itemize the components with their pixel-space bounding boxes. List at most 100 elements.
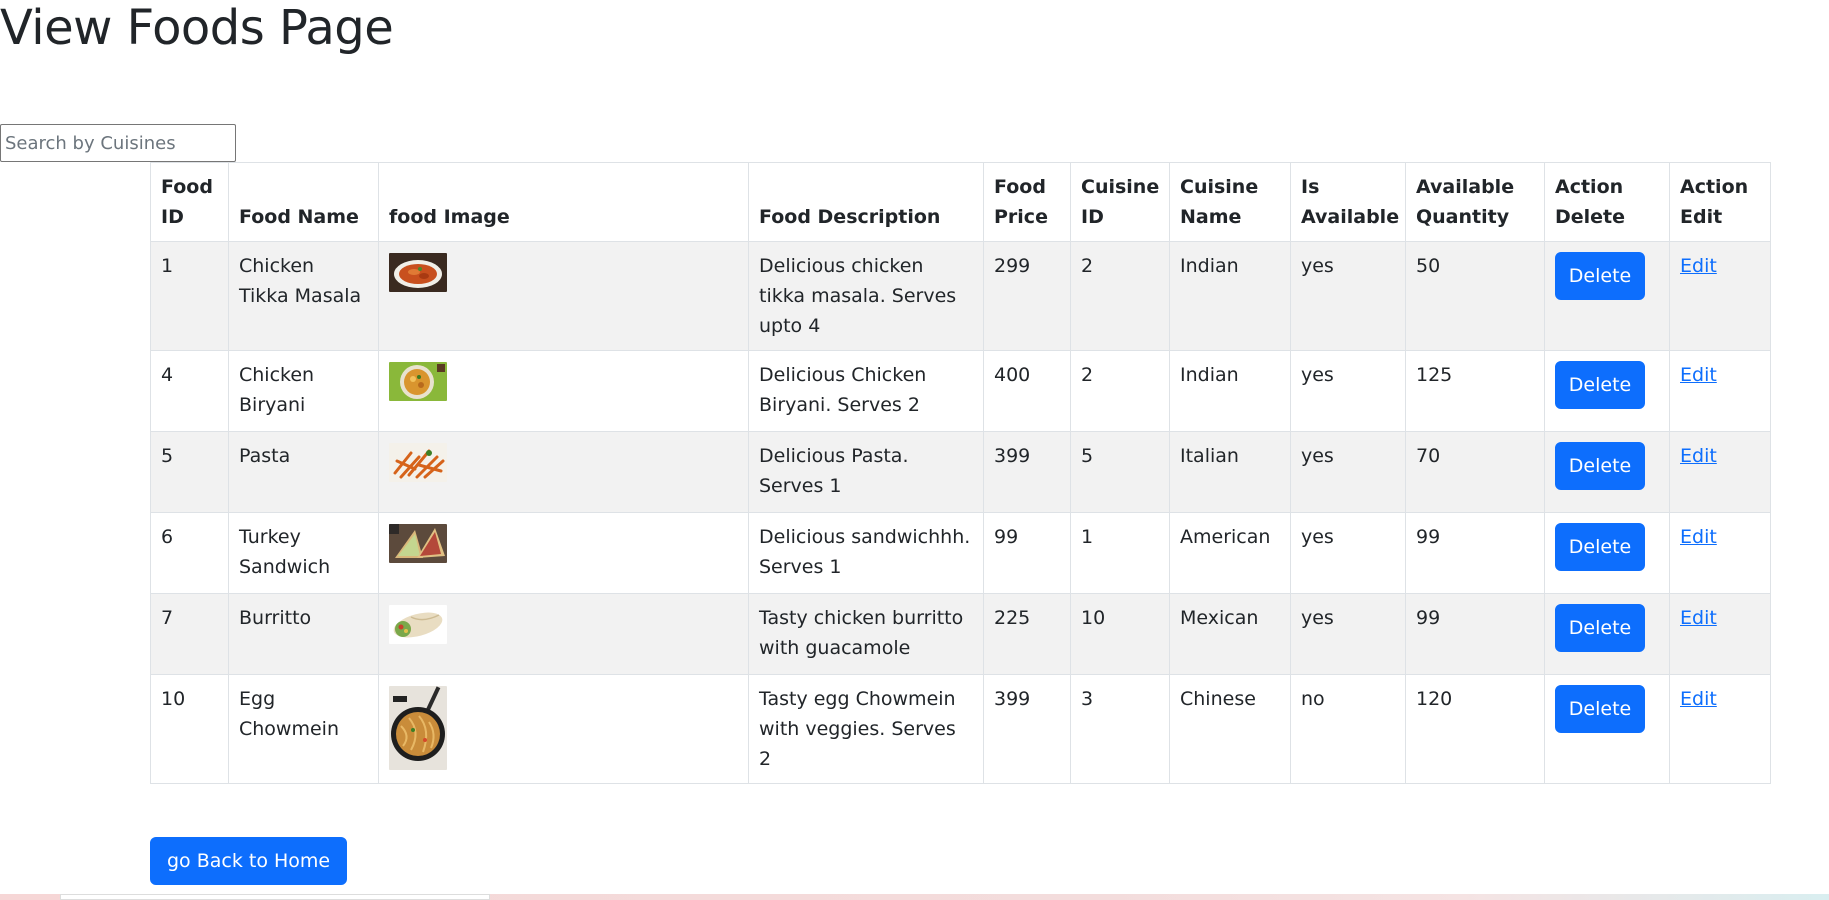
cell-action-delete: Delete	[1544, 241, 1670, 351]
cell-cuisine-id: 1	[1070, 512, 1170, 594]
cell-food-image	[378, 512, 749, 594]
cell-available-quantity: 120	[1405, 674, 1545, 784]
cell-food-name: Turkey Sandwich	[228, 512, 379, 594]
cell-action-edit: Edit	[1669, 431, 1771, 513]
table-header-row: Food ID Food Name food Image Food Descri…	[150, 162, 1771, 242]
table-row: 4 Chicken Biryani Delicious Chicken Biry…	[150, 350, 1771, 432]
cell-food-id: 4	[150, 350, 229, 432]
cell-is-available: yes	[1290, 350, 1406, 432]
edit-link[interactable]: Edit	[1680, 607, 1717, 629]
header-food-image: food Image	[378, 162, 749, 242]
edit-link[interactable]: Edit	[1680, 364, 1717, 386]
cell-cuisine-name: Chinese	[1169, 674, 1291, 784]
header-is-available: Is Available	[1290, 162, 1406, 242]
cell-action-edit: Edit	[1669, 674, 1771, 784]
cell-food-price: 400	[983, 350, 1071, 432]
cell-action-delete: Delete	[1544, 674, 1670, 784]
cell-food-image	[378, 674, 749, 784]
edit-link[interactable]: Edit	[1680, 688, 1717, 710]
cell-food-price: 99	[983, 512, 1071, 594]
bottom-edge-strip	[0, 894, 1829, 900]
cell-cuisine-id: 10	[1070, 593, 1170, 675]
cell-food-id: 6	[150, 512, 229, 594]
table-row: 5 Pasta Delicious Pasta. Serves 1 399 5 …	[150, 431, 1771, 513]
cell-is-available: yes	[1290, 431, 1406, 513]
cell-cuisine-name: Italian	[1169, 431, 1291, 513]
header-available-quantity: Available Quantity	[1405, 162, 1545, 242]
delete-button[interactable]: Delete	[1555, 604, 1645, 652]
cell-food-price: 299	[983, 241, 1071, 351]
delete-button[interactable]: Delete	[1555, 361, 1645, 409]
cell-food-name: Chicken Biryani	[228, 350, 379, 432]
cell-available-quantity: 70	[1405, 431, 1545, 513]
cell-action-edit: Edit	[1669, 512, 1771, 594]
cell-action-edit: Edit	[1669, 593, 1771, 675]
cell-is-available: yes	[1290, 593, 1406, 675]
cell-food-name: Pasta	[228, 431, 379, 513]
burrito-photo	[389, 605, 447, 644]
table-row: 1 Chicken Tikka Masala Delicious chicken…	[150, 241, 1771, 351]
cell-food-price: 399	[983, 674, 1071, 784]
search-input[interactable]	[0, 124, 236, 162]
cell-action-delete: Delete	[1544, 350, 1670, 432]
cell-cuisine-id: 2	[1070, 350, 1170, 432]
cell-food-description: Tasty chicken burritto with guacamole	[748, 593, 984, 675]
cell-cuisine-name: Indian	[1169, 350, 1291, 432]
table-row: 10 Egg Chowmein Tasty egg Chowmein with …	[150, 674, 1771, 784]
header-cuisine-name: Cuisine Name	[1169, 162, 1291, 242]
delete-button[interactable]: Delete	[1555, 523, 1645, 571]
cell-available-quantity: 99	[1405, 593, 1545, 675]
cell-cuisine-id: 3	[1070, 674, 1170, 784]
cell-food-image	[378, 431, 749, 513]
foods-table: Food ID Food Name food Image Food Descri…	[150, 162, 1771, 784]
table-row: 6 Turkey Sandwich Delicious sandwichhh. …	[150, 512, 1771, 594]
cell-cuisine-name: Indian	[1169, 241, 1291, 351]
cell-food-description: Tasty egg Chowmein with veggies. Serves …	[748, 674, 984, 784]
sandwich-photo	[389, 524, 447, 563]
cell-cuisine-name: Mexican	[1169, 593, 1291, 675]
cell-available-quantity: 125	[1405, 350, 1545, 432]
cell-cuisine-id: 2	[1070, 241, 1170, 351]
cell-food-description: Delicious Chicken Biryani. Serves 2	[748, 350, 984, 432]
cell-available-quantity: 50	[1405, 241, 1545, 351]
table-row: 7 Burritto Tasty chicken burritto with g…	[150, 593, 1771, 675]
cell-action-edit: Edit	[1669, 241, 1771, 351]
cell-food-id: 5	[150, 431, 229, 513]
cell-food-price: 399	[983, 431, 1071, 513]
cell-action-delete: Delete	[1544, 593, 1670, 675]
cell-available-quantity: 99	[1405, 512, 1545, 594]
cell-food-id: 1	[150, 241, 229, 351]
cell-cuisine-id: 5	[1070, 431, 1170, 513]
delete-button[interactable]: Delete	[1555, 252, 1645, 300]
header-action-edit: Action Edit	[1669, 162, 1771, 242]
header-food-name: Food Name	[228, 162, 379, 242]
cell-is-available: no	[1290, 674, 1406, 784]
cell-cuisine-name: American	[1169, 512, 1291, 594]
cell-action-delete: Delete	[1544, 431, 1670, 513]
header-cuisine-id: Cuisine ID	[1070, 162, 1170, 242]
cell-food-price: 225	[983, 593, 1071, 675]
cell-is-available: yes	[1290, 241, 1406, 351]
cell-food-description: Delicious Pasta. Serves 1	[748, 431, 984, 513]
chowmein-pan-photo	[389, 686, 447, 770]
bottom-edge-panel	[60, 894, 490, 900]
foods-table-container: Food ID Food Name food Image Food Descri…	[150, 162, 1771, 784]
edit-link[interactable]: Edit	[1680, 255, 1717, 277]
back-to-home-button[interactable]: go Back to Home	[150, 837, 348, 885]
page-title: View Foods Page	[0, 0, 394, 56]
cell-action-delete: Delete	[1544, 512, 1670, 594]
delete-button[interactable]: Delete	[1555, 442, 1645, 490]
cell-food-name: Egg Chowmein	[228, 674, 379, 784]
header-food-description: Food Description	[748, 162, 984, 242]
cell-food-name: Burritto	[228, 593, 379, 675]
pasta-photo	[389, 443, 447, 482]
header-food-price: Food Price	[983, 162, 1071, 242]
delete-button[interactable]: Delete	[1555, 685, 1645, 733]
header-food-id: Food ID	[150, 162, 229, 242]
curry-dish-photo	[389, 253, 447, 292]
cell-food-name: Chicken Tikka Masala	[228, 241, 379, 351]
cell-food-id: 10	[150, 674, 229, 784]
edit-link[interactable]: Edit	[1680, 445, 1717, 467]
edit-link[interactable]: Edit	[1680, 526, 1717, 548]
cell-food-image	[378, 350, 749, 432]
